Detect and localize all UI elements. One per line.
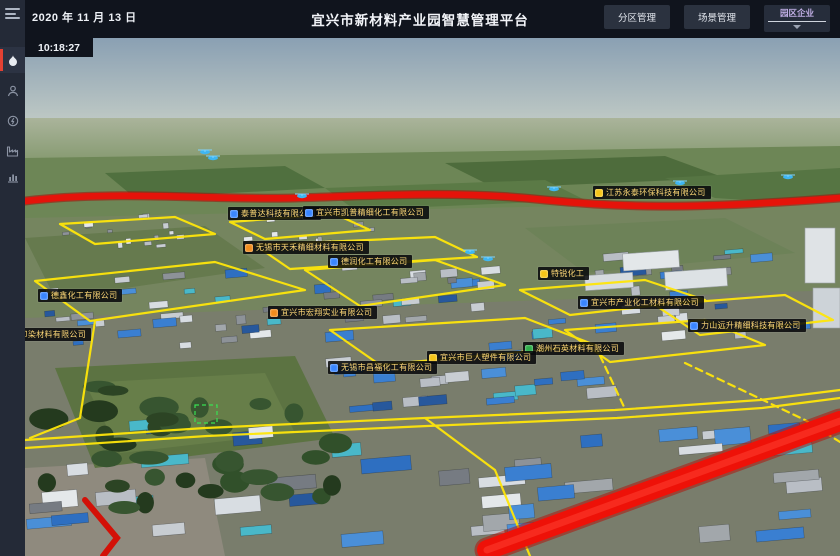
factory-icon — [6, 145, 19, 157]
company-label[interactable]: 力山远升精细科技有限公司 — [688, 319, 806, 332]
company-label[interactable]: 江苏永泰环保科技有限公司 — [593, 186, 711, 199]
sidebar-item-user[interactable] — [0, 78, 25, 104]
app-window: 泰普达科技有限公司宜兴市凯普精细化工有限公司无锡市天禾精细材料有限公司德润化工有… — [0, 0, 840, 556]
company-label-text: 潮州石英材料有限公司 — [536, 345, 619, 353]
company-marker-icon — [540, 270, 548, 278]
company-label-text: 宜兴市巨人塑件有限公司 — [440, 354, 531, 362]
sidebar-item-energy[interactable] — [0, 108, 25, 134]
left-sidebar — [0, 0, 25, 556]
company-marker-icon — [330, 258, 338, 266]
company-label-text: 德鑫化工有限公司 — [51, 292, 117, 300]
company-label[interactable]: 宜兴市凯普精细化工有限公司 — [303, 206, 429, 219]
chevron-down-icon — [793, 25, 801, 29]
company-label-text: 宜兴市宏翔实业有限公司 — [281, 309, 372, 317]
scene-manage-button[interactable]: 场景管理 — [684, 5, 750, 29]
dropdown-divider — [768, 21, 826, 22]
top-bar: 2020 年 11 月 13 日 宜兴市新材料产业园智慧管理平台 分区管理 场景… — [0, 0, 840, 38]
energy-icon — [7, 115, 19, 127]
company-label[interactable]: 无锡市昌福化工有限公司 — [328, 361, 437, 374]
company-marker-icon — [230, 210, 238, 218]
company-label[interactable]: 无锡市天禾精细材料有限公司 — [243, 241, 369, 254]
company-marker-icon — [270, 309, 278, 317]
company-label-text: 德润化工有限公司 — [341, 258, 407, 266]
company-marker-icon — [40, 292, 48, 300]
company-marker-icon — [690, 322, 698, 330]
map-3d-viewport[interactable] — [25, 38, 840, 556]
fire-icon — [7, 54, 19, 67]
company-marker-icon — [245, 244, 253, 252]
sidebar-item-factory[interactable] — [0, 138, 25, 164]
company-marker-icon — [595, 189, 603, 197]
company-label[interactable]: 特锐化工 — [538, 267, 589, 280]
time-panel: 10:18:27 — [25, 38, 93, 57]
company-label[interactable]: 德润化工有限公司 — [328, 255, 412, 268]
company-marker-icon — [330, 364, 338, 372]
company-label-text: 特锐化工 — [551, 270, 584, 278]
company-label-text: 力山远升精细科技有限公司 — [701, 322, 801, 330]
company-label[interactable]: 潮州石英材料有限公司 — [523, 342, 624, 355]
company-label-text: 宜兴市凯普精细化工有限公司 — [316, 209, 424, 217]
company-label[interactable]: 宜兴市巨人塑件有限公司 — [427, 351, 536, 364]
company-label-text: 宜兴市产业化工材料有限公司 — [591, 299, 699, 307]
time-text: 10:18:27 — [38, 42, 80, 54]
park-enterprise-dropdown[interactable]: 园区企业 — [764, 5, 830, 32]
company-marker-icon — [580, 299, 588, 307]
bar-chart-icon — [7, 171, 19, 183]
company-label-text: 无锡市昌福化工有限公司 — [341, 364, 432, 372]
company-label-text: 无锡市天禾精细材料有限公司 — [256, 244, 364, 252]
partition-manage-button[interactable]: 分区管理 — [604, 5, 670, 29]
company-label[interactable]: 德鑫化工有限公司 — [38, 289, 122, 302]
menu-icon[interactable] — [5, 8, 20, 19]
sidebar-item-fire[interactable] — [0, 47, 25, 73]
company-label[interactable]: 宜兴市宏翔实业有限公司 — [268, 306, 377, 319]
company-marker-icon — [305, 209, 313, 217]
sidebar-item-chart[interactable] — [0, 164, 25, 190]
map-canvas — [25, 38, 840, 556]
company-label-text: 江苏永泰环保科技有限公司 — [606, 189, 706, 197]
user-icon — [7, 85, 19, 97]
dropdown-label: 园区企业 — [780, 7, 814, 19]
company-label[interactable]: 宜兴市产业化工材料有限公司 — [578, 296, 704, 309]
